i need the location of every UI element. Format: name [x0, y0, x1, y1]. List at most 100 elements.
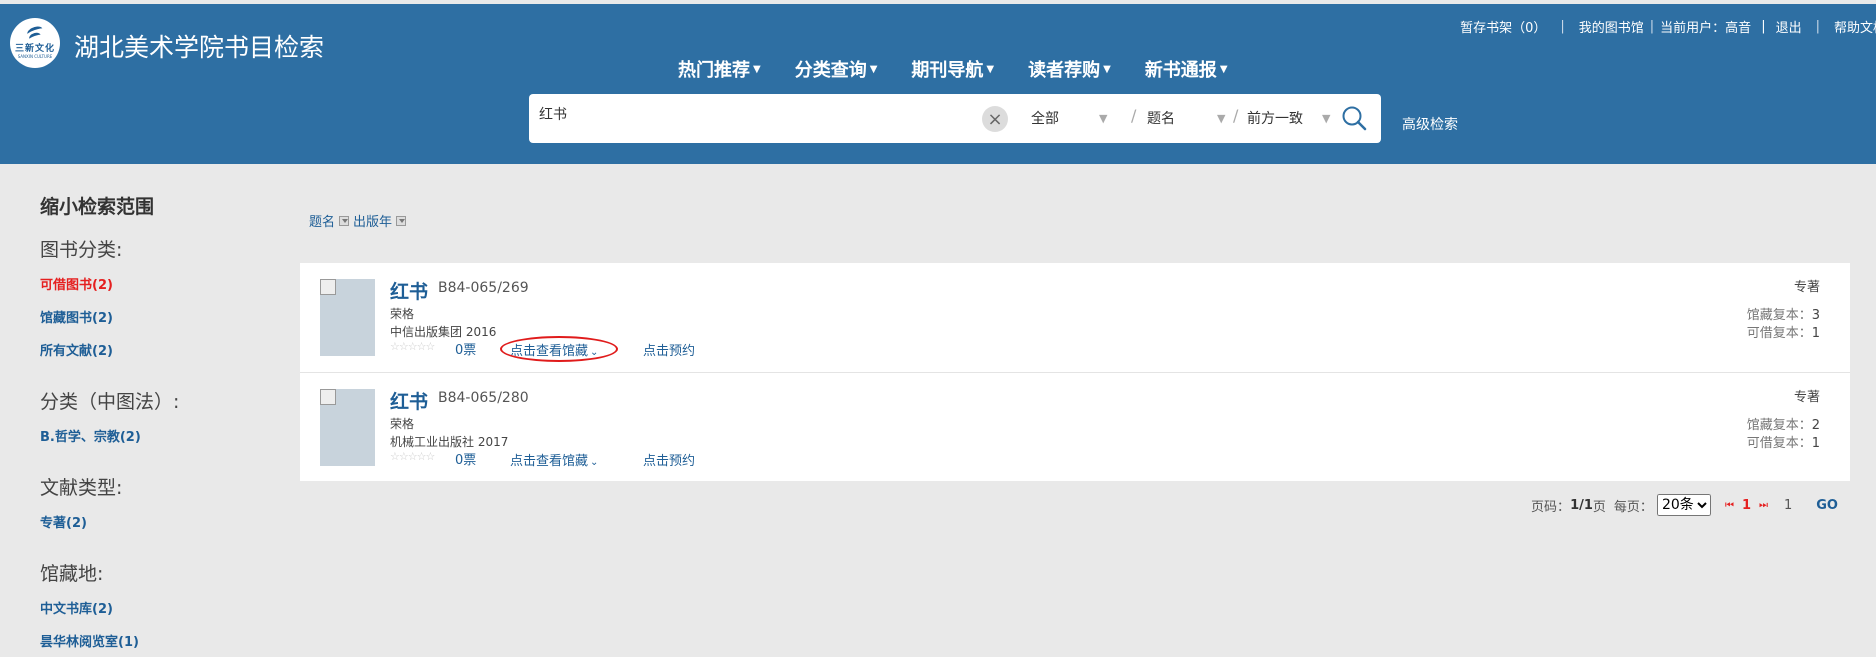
advanced-search-link[interactable]: 高级检索: [1402, 114, 1458, 134]
scope-select[interactable]: 全部 ▼: [1031, 108, 1107, 128]
nav-journal-label: 期刊导航: [911, 60, 984, 81]
holdings-copies: 馆藏复本：3: [1747, 304, 1820, 323]
nav-hot[interactable]: 热门推荐 ▼: [678, 56, 761, 82]
available-copies-label: 可借复本：: [1746, 436, 1812, 451]
first-page-icon[interactable]: ⏮: [1725, 500, 1734, 511]
scope-select-value: 全部: [1031, 111, 1059, 127]
publisher-year: 机械工业出版社 2017: [390, 435, 509, 449]
total-pages: 1: [1783, 497, 1793, 513]
pagination: 页码： 1/1 页 每页： 20条 ⏮ 1 ⏭ 1 GO: [1531, 494, 1838, 516]
main-nav: 热门推荐 ▼ 分类查询 ▼ 期刊导航 ▼ 读者荐购 ▼ 新书通报 ▼: [678, 56, 1262, 82]
filter-group-label: 文献类型:: [40, 477, 123, 499]
per-page-select[interactable]: 20条: [1656, 494, 1711, 516]
filter-available-books[interactable]: 可借图书(2): [40, 274, 280, 293]
document-type: 专著: [1793, 280, 1820, 295]
rating-stars-icon[interactable]: ☆☆☆☆☆: [390, 450, 435, 463]
publisher-year: 中信出版集团 2016: [390, 325, 497, 339]
caret-down-icon: ▼: [986, 63, 995, 75]
filter-sidebar: 缩小检索范围 图书分类: 可借图书(2) 馆藏图书(2) 所有文献(2) 分类（…: [40, 192, 280, 657]
chevron-down-icon: ▼: [1322, 111, 1331, 125]
author: 荣格: [390, 417, 415, 431]
clear-search-icon[interactable]: ×: [982, 106, 1008, 132]
filter-group-label: 图书分类:: [40, 239, 123, 261]
nav-category-label: 分类查询: [794, 60, 867, 81]
available-copies-value: 1: [1811, 436, 1820, 451]
current-user-name[interactable]: 高音: [1725, 17, 1751, 36]
field-select-value: 题名: [1147, 111, 1175, 127]
nav-hot-label: 热门推荐: [678, 60, 750, 81]
sort-icon[interactable]: [396, 215, 407, 226]
nav-category[interactable]: 分类查询 ▼: [795, 56, 878, 82]
reserve-link[interactable]: 点击预约: [643, 340, 695, 359]
reserve-link[interactable]: 点击预约: [643, 450, 695, 469]
field-select[interactable]: 题名 ▼: [1147, 108, 1225, 128]
logo-subtext: SANXIN CULTURE: [17, 54, 53, 59]
view-holdings-link[interactable]: 点击查看馆藏 ⌄: [510, 450, 598, 469]
call-number: B84-065/269: [438, 280, 529, 296]
search-box: × 全部 ▼ / 题名 ▼ / 前方一致 ▼: [529, 94, 1381, 143]
sort-by-year[interactable]: 出版年: [353, 211, 392, 230]
vote-count: 0票: [455, 343, 477, 358]
document-type: 专著: [1793, 390, 1820, 405]
sidebar-title: 缩小检索范围: [40, 196, 155, 218]
result-title-link[interactable]: 红书: [390, 277, 428, 304]
filter-type-monograph[interactable]: 专著(2): [40, 512, 280, 531]
nav-newbooks[interactable]: 新书通报 ▼: [1145, 56, 1228, 82]
author: 荣格: [390, 307, 415, 321]
view-holdings-label: 点击查看馆藏: [510, 454, 589, 469]
last-page-icon[interactable]: ⏭: [1759, 500, 1768, 511]
per-page-label: 每页：: [1613, 499, 1653, 515]
highlight-annotation: [500, 336, 618, 362]
divider: |: [1649, 19, 1655, 34]
available-copies: 可借复本：1: [1747, 322, 1820, 341]
logo[interactable]: 三新文化 SANXIN CULTURE: [10, 18, 60, 68]
result-title-link[interactable]: 红书: [390, 387, 428, 414]
holdings-copies-value: 2: [1811, 418, 1820, 433]
match-select[interactable]: 前方一致 ▼: [1247, 108, 1330, 128]
result-item: 红书 B84-065/269 荣格 中信出版集团 2016 ☆☆☆☆☆ 0票 点…: [300, 263, 1850, 372]
chevron-down-icon: ▼: [1217, 111, 1226, 125]
shelf-link[interactable]: 暂存书架（0）: [1460, 17, 1546, 36]
filter-class-b[interactable]: B.哲学、宗教(2): [40, 426, 280, 445]
header-bar: 三新文化 SANXIN CULTURE 湖北美术学院书目检索 暂存书架（0） |…: [0, 4, 1876, 164]
nav-journal[interactable]: 期刊导航 ▼: [911, 56, 994, 82]
page-value: 1/1: [1570, 497, 1593, 513]
book-cover-image[interactable]: [320, 389, 375, 466]
call-number: B84-065/280: [438, 390, 529, 406]
go-button[interactable]: GO: [1816, 498, 1838, 513]
holdings-copies: 馆藏复本：2: [1747, 414, 1820, 433]
filter-library-books[interactable]: 馆藏图书(2): [40, 307, 280, 326]
divider: |: [1761, 19, 1766, 34]
nav-newbooks-label: 新书通报: [1144, 60, 1217, 81]
sort-by-title[interactable]: 题名: [309, 211, 335, 230]
logo-mark-icon: [24, 27, 46, 41]
holdings-copies-label: 馆藏复本：: [1746, 308, 1812, 323]
search-input[interactable]: [539, 106, 959, 122]
my-library-link[interactable]: 我的图书馆: [1579, 17, 1644, 36]
search-icon[interactable]: [1341, 105, 1367, 131]
available-copies: 可借复本：1: [1747, 432, 1820, 451]
divider: /: [1233, 106, 1239, 125]
help-link[interactable]: 帮助文档: [1834, 17, 1876, 36]
logout-link[interactable]: 退出: [1776, 17, 1802, 36]
filter-location-reading-room[interactable]: 昙华林阅览室(1): [40, 631, 280, 650]
book-cover-image[interactable]: [320, 279, 375, 356]
sort-icon[interactable]: [339, 215, 350, 226]
current-user-label: 当前用户：: [1660, 21, 1726, 36]
nav-recommend[interactable]: 读者荐购 ▼: [1028, 56, 1111, 82]
page-suffix: 页: [1592, 499, 1606, 515]
filter-group-label: 馆藏地:: [40, 563, 104, 585]
current-page[interactable]: 1: [1742, 498, 1751, 513]
caret-down-icon: ▼: [1219, 63, 1228, 75]
filter-location-chinese-stacks[interactable]: 中文书库(2): [40, 598, 280, 617]
divider: /: [1131, 106, 1137, 125]
rating-stars-icon[interactable]: ☆☆☆☆☆: [390, 340, 435, 353]
caret-down-icon: ▼: [753, 63, 761, 75]
available-copies-value: 1: [1811, 326, 1820, 341]
match-select-value: 前方一致: [1247, 111, 1303, 127]
chevron-down-icon: ⌄: [590, 457, 599, 468]
caret-down-icon: ▼: [869, 63, 878, 75]
filter-all-documents[interactable]: 所有文献(2): [40, 340, 280, 359]
divider: |: [1560, 19, 1565, 34]
filter-group-label: 分类（中图法）:: [40, 391, 180, 413]
